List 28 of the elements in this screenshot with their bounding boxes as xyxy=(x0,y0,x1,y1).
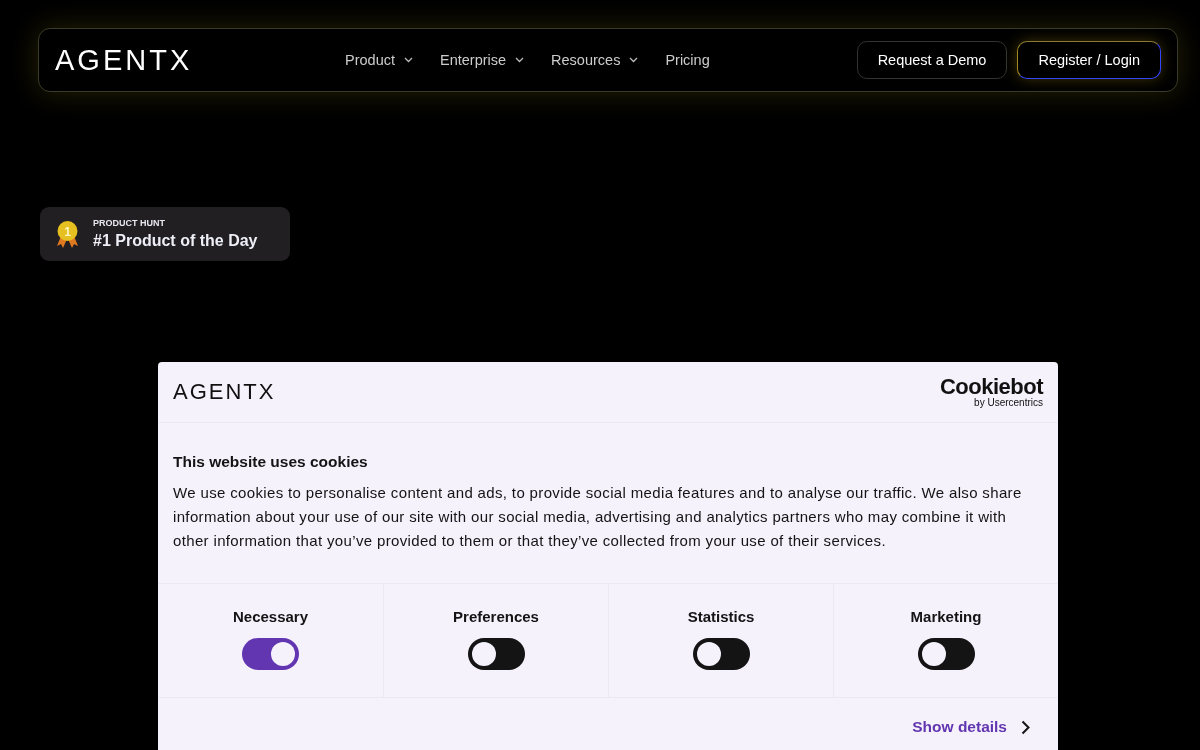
category-label: Preferences xyxy=(453,608,539,625)
chevron-down-icon xyxy=(515,57,525,63)
request-demo-button[interactable]: Request a Demo xyxy=(856,41,1008,79)
toggle-switch[interactable] xyxy=(692,638,750,670)
category-label: Marketing xyxy=(910,608,982,625)
cookie-description: We use cookies to personalise content and ads, to provide social media features and to analyse our traffic. We also share information about your use of our site with our social media, advertising and analytics partners who may combine it with other information that you’ve provided to them or that they’ve collected from your use of their services. xyxy=(173,483,1023,551)
nav-menu-item[interactable]: Product xyxy=(345,52,413,68)
cookiebot-logo: Cookiebot xyxy=(939,376,1043,398)
toggle-switch[interactable] xyxy=(242,638,299,670)
cookiebot-subtitle: by Usercentrics xyxy=(974,398,1043,408)
show-details-link[interactable]: Show details xyxy=(912,718,1007,736)
category-label: Statistics xyxy=(687,608,755,625)
badge-title: #1 Product of the Day xyxy=(93,232,258,250)
chevron-right-icon[interactable] xyxy=(1021,719,1030,735)
chevron-down-icon xyxy=(404,57,413,63)
nav-menu-item[interactable]: Enterprise xyxy=(440,52,525,68)
logo: AGENTX xyxy=(173,379,276,405)
nav-menu-item[interactable]: Pricing xyxy=(665,52,710,68)
category-label: Necessary xyxy=(232,608,309,625)
nav-menu-item[interactable]: Resources xyxy=(551,52,639,68)
chevron-down-icon xyxy=(629,57,639,63)
dialog-title: This website uses cookies xyxy=(173,453,369,471)
product-hunt-badge[interactable]: 1 PRODUCT HUNT #1 Product of the Day xyxy=(40,207,290,261)
badge-overline: PRODUCT HUNT xyxy=(93,218,166,228)
toggle-switch[interactable] xyxy=(917,638,975,670)
logo[interactable]: AGENTX xyxy=(55,43,345,77)
register-login-button[interactable]: Register / Login xyxy=(1017,41,1161,79)
toggle-switch[interactable] xyxy=(467,638,525,670)
